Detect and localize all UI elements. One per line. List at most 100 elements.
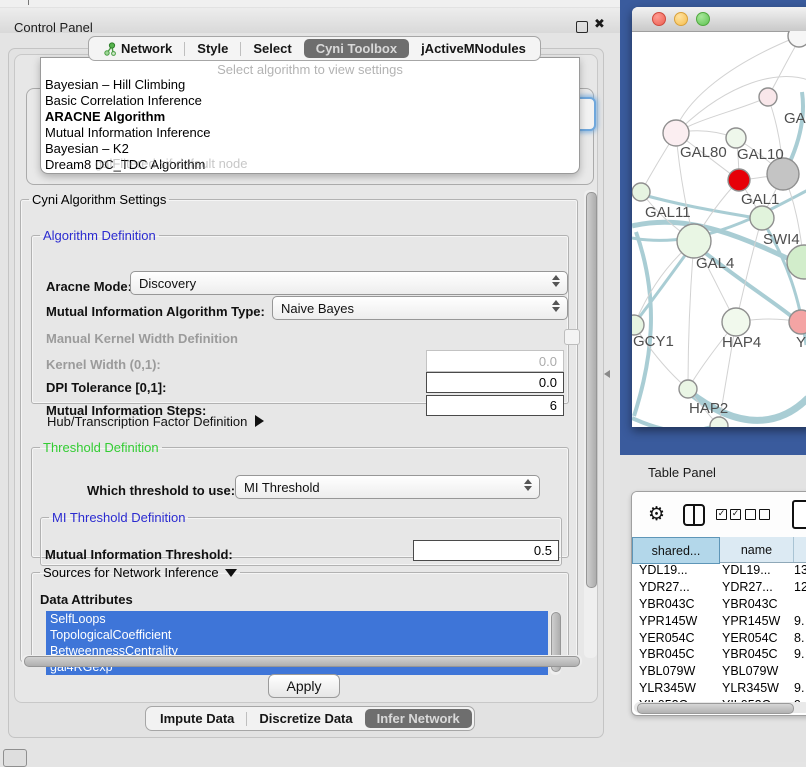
network-node[interactable] (726, 128, 746, 148)
table-row[interactable]: YLR345WYLR345W9. (632, 680, 806, 697)
algorithm-option[interactable]: Basic Correlation Inference (41, 93, 579, 109)
tab-style[interactable]: Style (185, 39, 240, 58)
settings-horizontal-scrollbar[interactable] (22, 655, 582, 667)
network-node-label: GAL1 (741, 191, 779, 208)
network-canvas[interactable]: GALGAL80GAL10GAL1GAL11SWI4GAL4GCY1HAP4YH… (632, 31, 806, 427)
threshold-definition-group: Threshold Definition Which threshold to … (31, 440, 569, 558)
network-window-titlebar[interactable] (632, 7, 806, 32)
network-node-label: GAL10 (737, 146, 784, 163)
table-row[interactable]: YBR045CYBR045C9. (632, 646, 806, 663)
gear-icon[interactable]: ⚙ (648, 503, 665, 525)
network-node[interactable] (677, 224, 711, 258)
tab-cyni-toolbox-label: Cyni Toolbox (316, 41, 397, 56)
algorithm-option[interactable]: ARACNE Algorithm (41, 109, 579, 125)
table-cell[interactable]: YLR345W (718, 681, 791, 695)
splitter-collapse-icon[interactable] (604, 370, 610, 378)
algorithm-option[interactable]: Bayesian – Hill Climbing (41, 77, 579, 93)
float-panel-icon[interactable] (576, 21, 588, 33)
network-node[interactable] (750, 206, 774, 230)
network-node[interactable] (632, 315, 644, 335)
mi-threshold-field[interactable]: 0.5 (413, 540, 559, 561)
zoom-window-icon[interactable] (696, 12, 710, 26)
network-node[interactable] (722, 308, 750, 336)
tab-cyni-toolbox[interactable]: Cyni Toolbox (304, 39, 409, 58)
column-header-shared-name[interactable]: shared... (632, 537, 720, 564)
table-cell[interactable]: YDR27... (632, 580, 718, 594)
aracne-mode-combobox[interactable]: Discovery (130, 271, 568, 295)
mi-steps-field[interactable]: 6 (426, 395, 564, 416)
deselect-all-checkbox-icon[interactable] (759, 509, 770, 520)
network-node[interactable] (788, 31, 806, 47)
select-all-checkbox-icon[interactable]: ✓ (716, 509, 727, 520)
table-cell[interactable]: YPR145W (718, 614, 791, 628)
network-node[interactable] (728, 169, 750, 191)
data-attribute-option[interactable]: SelfLoops (46, 611, 548, 627)
table-cell[interactable]: YDL19... (632, 563, 718, 577)
table-cell[interactable]: YPR145W (632, 614, 718, 628)
apply-button[interactable]: Apply (268, 674, 340, 698)
table-cell[interactable]: YBR043C (632, 597, 718, 611)
tab-discretize-data[interactable]: Discretize Data (247, 709, 364, 728)
tab-jactivemnodules[interactable]: jActiveMNodules (409, 39, 538, 58)
table-row[interactable]: YDL19...YDL19...13 (632, 562, 806, 579)
network-node-label: HAP2 (689, 400, 728, 417)
table-cell[interactable]: YER054C (718, 631, 791, 645)
table-cell[interactable]: 9. (791, 647, 806, 661)
close-panel-icon[interactable]: ✖ (594, 17, 605, 32)
table-cell[interactable]: 8. (791, 631, 806, 645)
table-cell[interactable]: YBR045C (718, 647, 791, 661)
table-body[interactable]: YDL19...YDL19...13YDR27...YDR27...12YBR0… (632, 562, 806, 703)
network-edge (678, 36, 799, 124)
table-cell[interactable]: YDL19... (718, 563, 791, 577)
manual-kernel-width-checkbox[interactable] (564, 329, 580, 345)
cyni-algorithm-settings-title: Cyni Algorithm Settings (29, 192, 169, 207)
minimize-window-icon[interactable] (674, 12, 688, 26)
tab-network[interactable]: Network (91, 39, 184, 58)
hub-definition-toggle[interactable]: Hub/Transcription Factor Definition (47, 414, 264, 429)
table-cell[interactable]: YLR345W (632, 681, 718, 695)
network-node[interactable] (632, 183, 650, 201)
table-cell[interactable]: 9. (791, 681, 806, 695)
network-node-label: GAL4 (696, 255, 734, 272)
network-node[interactable] (663, 120, 689, 146)
data-attribute-option[interactable]: TopologicalCoefficient (46, 627, 548, 643)
network-node[interactable] (759, 88, 777, 106)
column-header-partial[interactable] (794, 537, 806, 562)
network-node[interactable] (679, 380, 697, 398)
table-row[interactable]: YER054CYER054C8. (632, 629, 806, 646)
table-row[interactable]: YBR043CYBR043C (632, 596, 806, 613)
table-row[interactable]: YBL079WYBL079W (632, 663, 806, 680)
column-header-name[interactable]: name (720, 537, 794, 562)
columns-icon[interactable] (683, 504, 705, 526)
table-cell[interactable]: YBL079W (718, 664, 791, 678)
table-cell[interactable]: YDR27... (718, 580, 791, 594)
mi-algorithm-type-combobox[interactable]: Naive Bayes (272, 296, 568, 320)
settings-vertical-scrollbar[interactable] (584, 190, 597, 658)
which-threshold-combobox[interactable]: MI Threshold (235, 475, 540, 499)
table-cell[interactable]: YBR043C (718, 597, 791, 611)
tab-select[interactable]: Select (241, 39, 303, 58)
table-cell[interactable]: 12 (791, 580, 806, 594)
tab-impute-data[interactable]: Impute Data (148, 709, 246, 728)
table-cell[interactable]: YBL079W (632, 664, 718, 678)
table-row[interactable]: YDR27...YDR27...12 (632, 579, 806, 596)
close-window-icon[interactable] (652, 12, 666, 26)
table-cell[interactable]: YBR045C (632, 647, 718, 661)
table-cell[interactable]: YER054C (632, 631, 718, 645)
select-all-checkbox-icon[interactable]: ✓ (730, 509, 741, 520)
dpi-tolerance-field[interactable]: 0.0 (426, 372, 564, 393)
table-cell[interactable]: 9. (791, 614, 806, 628)
kernel-width-field[interactable]: 0.0 (426, 350, 564, 372)
table-row[interactable]: YPR145WYPR145W9. (632, 612, 806, 629)
sources-title[interactable]: Sources for Network Inference (40, 565, 240, 580)
algorithm-option[interactable]: Mutual Information Inference (41, 125, 579, 141)
network-node[interactable] (789, 310, 806, 334)
minimized-panel-icon[interactable] (3, 749, 27, 767)
table-cell[interactable]: 13 (791, 563, 806, 577)
table-horizontal-scrollbar[interactable] (634, 702, 806, 713)
function-builder-icon[interactable] (792, 500, 806, 529)
expand-right-icon (255, 415, 264, 427)
algorithm-option[interactable]: Bayesian – K2 (41, 141, 579, 157)
tab-infer-network[interactable]: Infer Network (365, 709, 472, 728)
deselect-all-checkbox-icon[interactable] (745, 509, 756, 520)
